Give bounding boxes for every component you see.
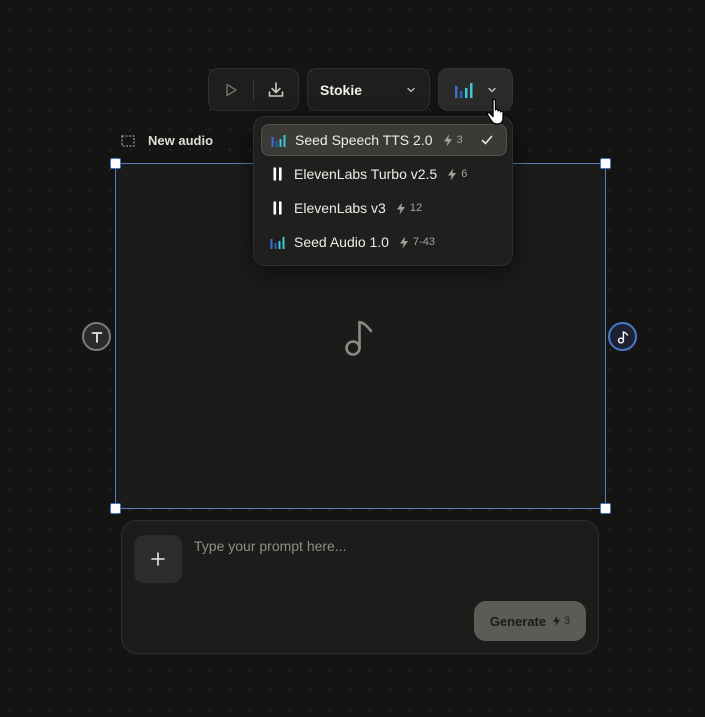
model-option-elevenlabs-v3[interactable]: ElevenLabs v3 12 bbox=[261, 192, 507, 224]
resize-handle-top-left[interactable] bbox=[110, 158, 121, 169]
download-button[interactable] bbox=[254, 69, 298, 110]
selection-icon bbox=[121, 134, 135, 147]
seed-bars-icon bbox=[271, 132, 287, 148]
lightning-icon bbox=[553, 615, 561, 627]
lightning-icon bbox=[399, 236, 408, 248]
elevenlabs-icon bbox=[270, 166, 286, 182]
download-icon bbox=[268, 81, 284, 97]
checkmark-icon bbox=[481, 135, 493, 145]
play-icon bbox=[226, 83, 237, 96]
lightning-icon bbox=[396, 202, 405, 214]
text-input-connector[interactable] bbox=[82, 322, 111, 351]
model-option-cost: 6 bbox=[447, 168, 467, 181]
generate-label: Generate bbox=[489, 613, 547, 629]
voice-select-label: Stokie bbox=[320, 81, 363, 98]
voice-select[interactable]: Stokie bbox=[307, 68, 430, 111]
audio-output-connector[interactable] bbox=[608, 322, 637, 351]
model-option-label: ElevenLabs Turbo v2.5 bbox=[294, 166, 438, 182]
model-option-cost: 12 bbox=[396, 202, 422, 215]
chevron-down-icon bbox=[487, 87, 496, 92]
playback-toolbar bbox=[208, 68, 299, 111]
generate-cost: 3 bbox=[552, 615, 570, 627]
pointer-hand-cursor-icon bbox=[486, 98, 504, 125]
seed-bars-icon bbox=[270, 234, 286, 250]
text-t-icon bbox=[91, 331, 102, 343]
add-attachment-button[interactable] bbox=[134, 535, 182, 583]
chevron-down-icon bbox=[407, 87, 415, 92]
lightning-icon bbox=[443, 134, 452, 146]
plus-icon bbox=[151, 552, 165, 566]
model-option-elevenlabs-turbo[interactable]: ElevenLabs Turbo v2.5 6 bbox=[261, 158, 507, 190]
model-option-label: Seed Audio 1.0 bbox=[294, 234, 389, 250]
node-label: New audio bbox=[121, 133, 213, 148]
model-option-cost: 7-43 bbox=[399, 236, 435, 249]
play-button[interactable] bbox=[209, 69, 253, 110]
seed-bars-icon bbox=[454, 82, 472, 98]
prompt-input[interactable] bbox=[194, 535, 584, 557]
model-option-cost: 3 bbox=[443, 134, 463, 147]
model-option-seed-audio[interactable]: Seed Audio 1.0 7-43 bbox=[261, 226, 507, 258]
node-title: New audio bbox=[148, 133, 214, 148]
generate-button[interactable]: Generate 3 bbox=[474, 601, 586, 641]
model-option-label: ElevenLabs v3 bbox=[294, 200, 386, 216]
resize-handle-bottom-right[interactable] bbox=[600, 503, 611, 514]
model-option-label: Seed Speech TTS 2.0 bbox=[295, 132, 433, 148]
music-note-icon bbox=[345, 320, 373, 356]
resize-handle-bottom-left[interactable] bbox=[110, 503, 121, 514]
model-option-seed-speech-tts[interactable]: Seed Speech TTS 2.0 3 bbox=[261, 124, 507, 156]
elevenlabs-icon bbox=[270, 200, 286, 216]
music-note-icon bbox=[617, 330, 628, 344]
model-dropdown-menu: Seed Speech TTS 2.0 3 ElevenLabs Turbo v… bbox=[253, 116, 513, 266]
resize-handle-top-right[interactable] bbox=[600, 158, 611, 169]
lightning-icon bbox=[448, 168, 457, 180]
